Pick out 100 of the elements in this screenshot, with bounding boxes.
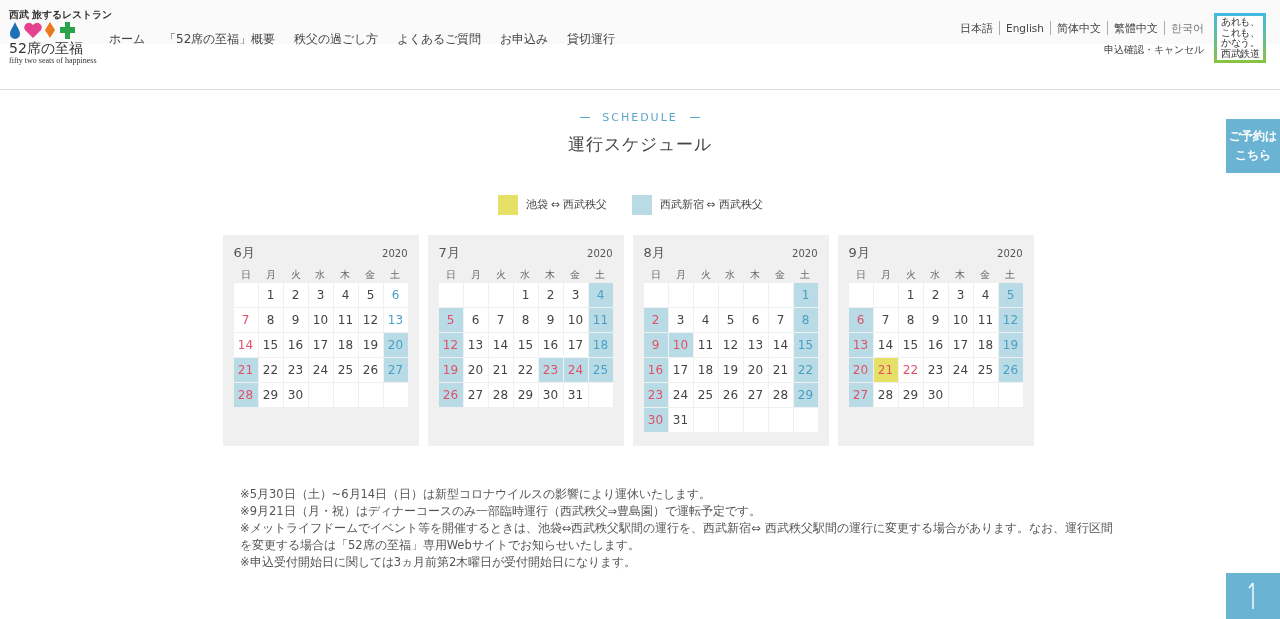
calendar-day[interactable]: 13 xyxy=(463,333,488,357)
calendar-day[interactable]: 9 xyxy=(283,308,308,332)
calendar-day[interactable]: 22 xyxy=(258,358,283,382)
calendar-day[interactable]: 10 xyxy=(948,308,973,332)
calendar-day[interactable]: 11 xyxy=(693,333,718,357)
language-link[interactable]: English xyxy=(999,21,1050,35)
calendar-day[interactable]: 14 xyxy=(873,333,898,357)
calendar-day[interactable]: 29 xyxy=(898,383,923,407)
calendar-day[interactable]: 21 xyxy=(488,358,513,382)
calendar-day[interactable]: 3 xyxy=(308,283,333,307)
calendar-day[interactable]: 25 xyxy=(973,358,998,382)
calendar-day[interactable]: 18 xyxy=(973,333,998,357)
calendar-day[interactable]: 4 xyxy=(693,308,718,332)
calendar-day[interactable]: 10 xyxy=(308,308,333,332)
calendar-day[interactable]: 2 xyxy=(283,283,308,307)
calendar-day[interactable]: 14 xyxy=(233,333,258,357)
calendar-day[interactable]: 26 xyxy=(358,358,383,382)
language-link[interactable]: 简体中文 xyxy=(1050,21,1107,35)
calendar-day[interactable]: 1 xyxy=(898,283,923,307)
calendar-day[interactable]: 9 xyxy=(538,308,563,332)
calendar-day[interactable]: 7 xyxy=(233,308,258,332)
calendar-day[interactable]: 31 xyxy=(668,408,693,432)
calendar-day[interactable]: 27 xyxy=(463,383,488,407)
calendar-day[interactable]: 4 xyxy=(333,283,358,307)
calendar-day[interactable]: 7 xyxy=(873,308,898,332)
language-link[interactable]: 日本語 xyxy=(954,21,1000,35)
calendar-day[interactable]: 11 xyxy=(333,308,358,332)
account-link[interactable]: 申込確認・キャンセル xyxy=(1104,43,1204,57)
calendar-day[interactable]: 17 xyxy=(668,358,693,382)
calendar-day[interactable]: 23 xyxy=(923,358,948,382)
calendar-day[interactable]: 14 xyxy=(768,333,793,357)
calendar-day[interactable]: 16 xyxy=(923,333,948,357)
calendar-day[interactable]: 13 xyxy=(743,333,768,357)
calendar-day[interactable]: 17 xyxy=(308,333,333,357)
calendar-day[interactable]: 24 xyxy=(948,358,973,382)
calendar-day[interactable]: 2 xyxy=(538,283,563,307)
calendar-day[interactable]: 4 xyxy=(973,283,998,307)
calendar-day[interactable]: 3 xyxy=(948,283,973,307)
calendar-day[interactable]: 20 xyxy=(463,358,488,382)
nav-link[interactable]: お申込み xyxy=(500,31,549,48)
calendar-day[interactable]: 19 xyxy=(358,333,383,357)
nav-link[interactable]: よくあるご質問 xyxy=(397,31,482,48)
calendar-day[interactable]: 25 xyxy=(333,358,358,382)
calendar-day[interactable]: 24 xyxy=(668,383,693,407)
calendar-day[interactable]: 6 xyxy=(463,308,488,332)
language-link[interactable]: 한국어 xyxy=(1164,21,1204,35)
calendar-day[interactable]: 27 xyxy=(743,383,768,407)
calendar-day[interactable]: 21 xyxy=(768,358,793,382)
calendar-day[interactable]: 30 xyxy=(283,383,308,407)
calendar-day[interactable]: 29 xyxy=(513,383,538,407)
calendar-day[interactable]: 1 xyxy=(513,283,538,307)
nav-link[interactable]: ホーム xyxy=(109,31,145,48)
nav-link[interactable]: 「52席の至福」概要 xyxy=(164,31,276,48)
calendar-day[interactable]: 18 xyxy=(693,358,718,382)
calendar-day[interactable]: 18 xyxy=(333,333,358,357)
calendar-day[interactable]: 30 xyxy=(538,383,563,407)
language-link[interactable]: 繁體中文 xyxy=(1107,21,1164,35)
calendar-day[interactable]: 8 xyxy=(898,308,923,332)
calendar-day[interactable]: 19 xyxy=(718,358,743,382)
calendar-day[interactable]: 24 xyxy=(308,358,333,382)
calendar-day[interactable]: 7 xyxy=(488,308,513,332)
calendar-day[interactable]: 5 xyxy=(718,308,743,332)
calendar-day[interactable]: 28 xyxy=(873,383,898,407)
nav-link[interactable]: 秩父の過ごし方 xyxy=(294,31,379,48)
calendar-day[interactable]: 14 xyxy=(488,333,513,357)
calendar-day[interactable]: 29 xyxy=(258,383,283,407)
calendar-day[interactable]: 8 xyxy=(513,308,538,332)
calendar-day[interactable]: 26 xyxy=(718,383,743,407)
calendar-day[interactable]: 9 xyxy=(923,308,948,332)
back-to-top-button[interactable] xyxy=(1226,573,1280,619)
calendar-day[interactable]: 8 xyxy=(258,308,283,332)
calendar-day[interactable]: 12 xyxy=(718,333,743,357)
calendar-day[interactable]: 16 xyxy=(283,333,308,357)
calendar-day[interactable]: 17 xyxy=(563,333,588,357)
calendar-day[interactable]: 15 xyxy=(258,333,283,357)
calendar-day[interactable]: 3 xyxy=(668,308,693,332)
calendar-day[interactable]: 11 xyxy=(973,308,998,332)
calendar-day[interactable]: 7 xyxy=(768,308,793,332)
calendar-day[interactable]: 25 xyxy=(693,383,718,407)
calendar-day[interactable]: 3 xyxy=(563,283,588,307)
calendar-day[interactable]: 28 xyxy=(488,383,513,407)
calendar-day[interactable]: 16 xyxy=(538,333,563,357)
calendar-day[interactable]: 30 xyxy=(923,383,948,407)
calendar-day[interactable]: 12 xyxy=(358,308,383,332)
calendar-day[interactable]: 22 xyxy=(898,358,923,382)
calendar-day[interactable]: 10 xyxy=(563,308,588,332)
calendar-day[interactable]: 20 xyxy=(743,358,768,382)
calendar-day[interactable]: 23 xyxy=(283,358,308,382)
brand-badge[interactable]: あれも、 これも、 かなう。 西武鉄道 xyxy=(1214,13,1266,63)
calendar-day[interactable]: 15 xyxy=(898,333,923,357)
calendar-day[interactable]: 15 xyxy=(513,333,538,357)
calendar-day[interactable]: 17 xyxy=(948,333,973,357)
nav-link[interactable]: 貸切運行 xyxy=(567,31,616,48)
calendar-day[interactable]: 6 xyxy=(743,308,768,332)
calendar-day[interactable]: 22 xyxy=(513,358,538,382)
calendar-day[interactable]: 31 xyxy=(563,383,588,407)
calendar-day[interactable]: 28 xyxy=(768,383,793,407)
calendar-day[interactable]: 5 xyxy=(358,283,383,307)
calendar-day[interactable]: 2 xyxy=(923,283,948,307)
calendar-day[interactable]: 1 xyxy=(258,283,283,307)
